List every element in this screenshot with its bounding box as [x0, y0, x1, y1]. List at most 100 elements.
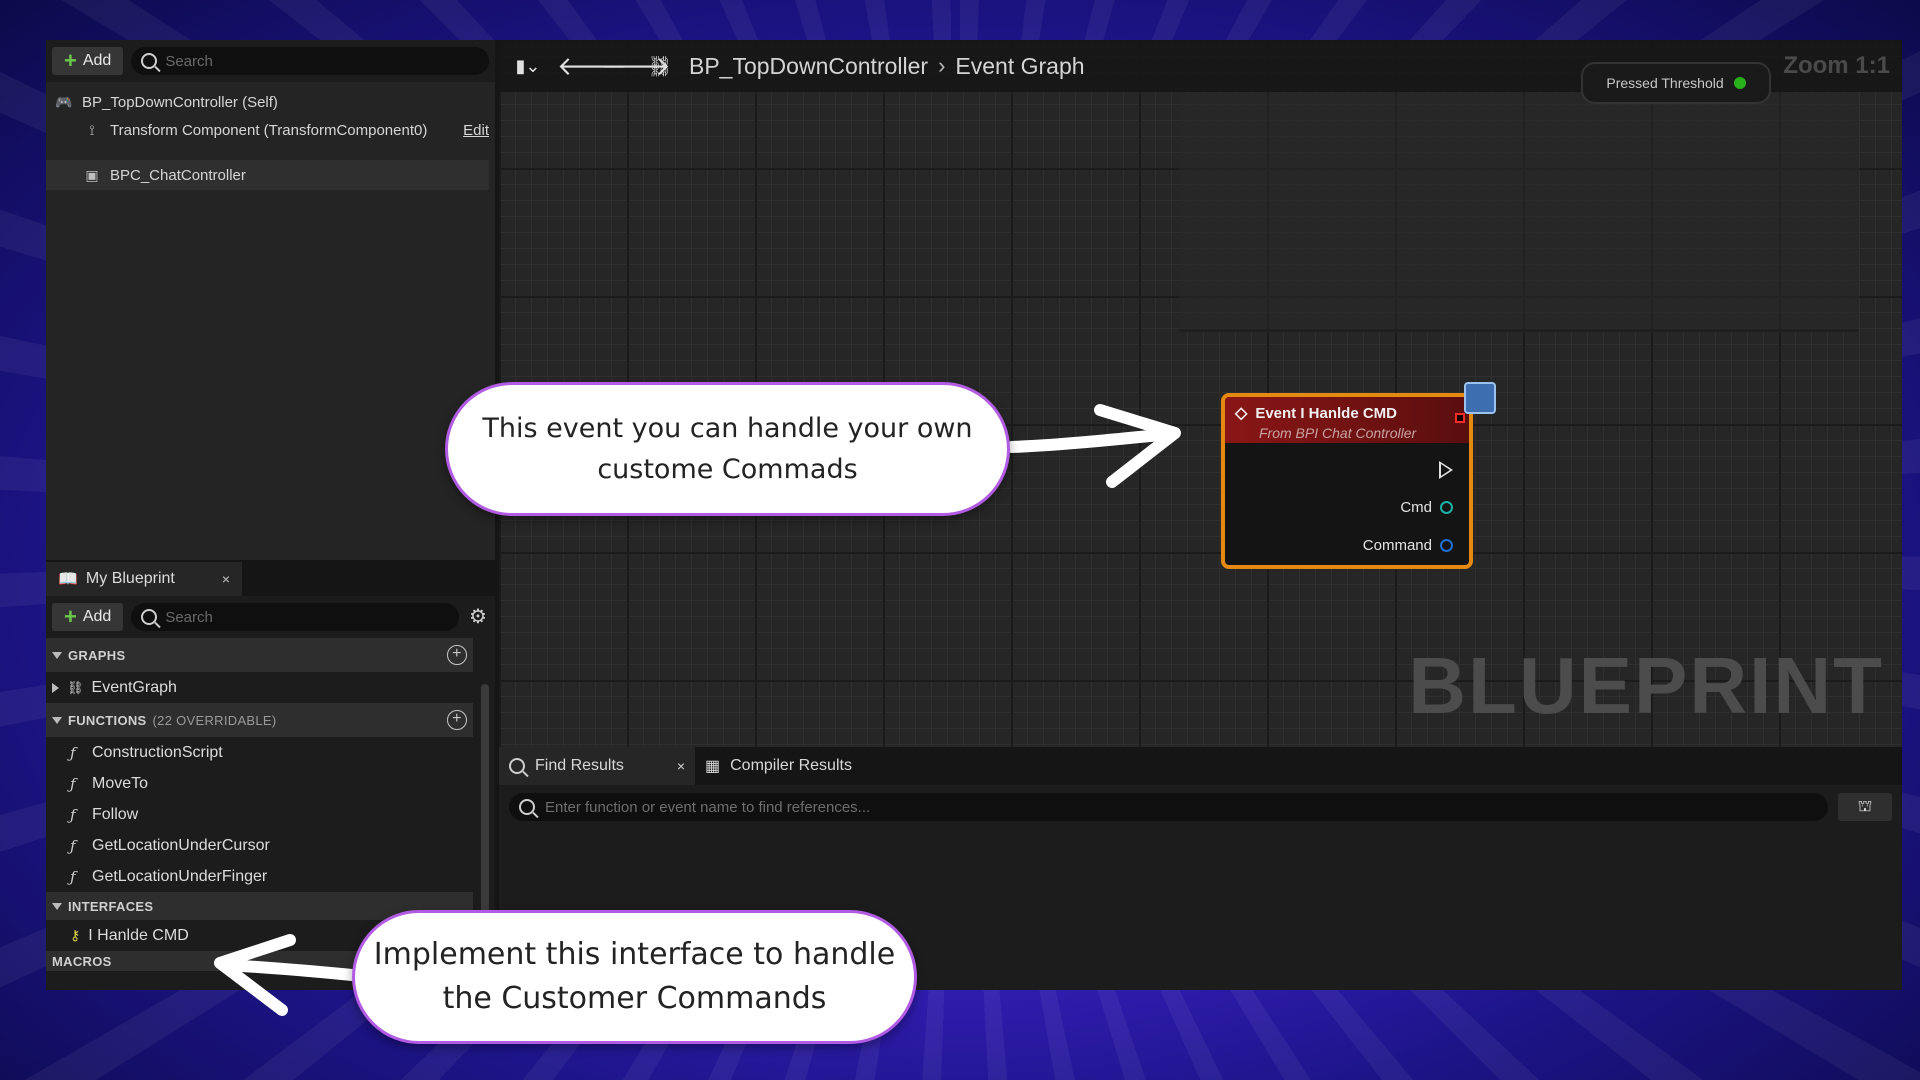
compiler-icon: ▦ — [705, 758, 721, 775]
delegate-pin-icon[interactable] — [1455, 413, 1465, 423]
callout-interface-text: Implement this interface to handle the C… — [373, 937, 896, 1016]
command-pin[interactable]: Command — [1363, 537, 1453, 554]
pin-circle-icon[interactable] — [1440, 501, 1453, 514]
left-column: + Add 🎮 BP_TopDownController (Self) ⟟ Tr… — [46, 40, 495, 990]
expand-arrow-icon — [52, 682, 59, 693]
my-blueprint-tabbar: 📖 My Blueprint × — [46, 560, 495, 596]
add-member-label: Add — [82, 608, 112, 625]
section-macros-title: MACROS — [52, 953, 112, 969]
pin-green-icon[interactable] — [1733, 77, 1746, 89]
interface-badge-icon — [1464, 382, 1496, 414]
component-icon: ▣ — [85, 166, 99, 183]
search-icon — [141, 609, 158, 625]
cmd-pin[interactable]: Cmd — [1400, 499, 1453, 516]
my-blueprint-search-input[interactable] — [165, 608, 449, 626]
add-component-button[interactable]: + Add — [52, 47, 124, 75]
function-icon: ƒ — [70, 805, 76, 824]
unreal-editor-window: + Add 🎮 BP_TopDownController (Self) ⟟ Tr… — [46, 40, 1902, 990]
search-icon — [141, 53, 158, 69]
close-icon[interactable]: × — [222, 571, 230, 587]
transform-icon: ⟟ — [89, 121, 95, 138]
cmd-pin-label: Cmd — [1400, 499, 1432, 516]
search-icon — [519, 799, 535, 815]
event-diamond-icon: ◇ — [1235, 405, 1248, 422]
binoculars-icon[interactable]: ⛫ — [1838, 793, 1892, 821]
comment-box[interactable] — [1179, 92, 1859, 332]
tab-compiler-results[interactable]: ▦ Compiler Results — [695, 747, 862, 785]
find-search-input[interactable] — [545, 798, 1818, 816]
add-component-label: Add — [82, 52, 112, 69]
tab-my-blueprint[interactable]: 📖 My Blueprint × — [46, 562, 242, 596]
component-self-row[interactable]: 🎮 BP_TopDownController (Self) — [46, 88, 495, 116]
tab-find-results-label: Find Results — [535, 757, 624, 774]
pin-circle-icon[interactable] — [1440, 539, 1453, 552]
forward-arrow-icon[interactable]: 🡒 — [601, 51, 671, 82]
event-node[interactable]: ◇ Event I Hanlde CMD From BPI Chat Contr… — [1221, 393, 1473, 569]
graph-item-eventgraph[interactable]: ⛓ EventGraph — [46, 672, 473, 703]
function-icon: ƒ — [70, 774, 76, 793]
component-chatcontroller-label: BPC_ChatController — [110, 166, 246, 184]
graph-icon: ⛓ — [67, 679, 84, 695]
component-self-label: BP_TopDownController (Self) — [82, 93, 278, 111]
tab-my-blueprint-label: My Blueprint — [85, 570, 175, 587]
close-icon[interactable]: × — [677, 758, 685, 774]
function-icon: ƒ — [70, 836, 76, 855]
my-blueprint-toolbar: + Add ⚙ — [46, 596, 495, 638]
exec-pin-icon[interactable] — [1439, 461, 1453, 479]
event-node-title: ◇ Event I Hanlde CMD — [1235, 403, 1459, 423]
function-item[interactable]: ƒ GetLocationUnderFinger — [46, 861, 473, 892]
gear-icon[interactable]: ⚙ — [467, 606, 489, 628]
bookmark-icon[interactable]: ▮⌄ — [513, 56, 543, 77]
search-icon — [509, 758, 525, 774]
breadcrumb: BP_TopDownController › Event Graph — [689, 53, 1085, 80]
component-chatcontroller-row[interactable]: ▣ BPC_ChatController — [46, 160, 489, 190]
add-member-button[interactable]: + Add — [52, 603, 124, 631]
my-blueprint-search[interactable] — [131, 603, 459, 631]
collapse-arrow-icon — [52, 902, 62, 910]
component-transform-row[interactable]: ⟟ Transform Component (TransformComponen… — [46, 116, 495, 144]
function-item[interactable]: ƒ ConstructionScript — [46, 737, 473, 768]
callout-interface: Implement this interface to handle the C… — [352, 910, 917, 1044]
section-graphs[interactable]: GRAPHS + — [46, 638, 473, 672]
add-function-icon[interactable]: + — [447, 710, 467, 730]
blueprint-watermark: BLUEPRINT — [1408, 641, 1884, 730]
edit-link[interactable]: Edit — [463, 122, 489, 139]
function-item-label: ConstructionScript — [92, 743, 223, 761]
event-node-subtitle: From BPI Chat Controller — [1259, 425, 1417, 441]
components-toolbar: + Add — [46, 40, 495, 82]
callout-event-text: This event you can handle your own custo… — [482, 413, 973, 485]
interface-item-label: I Hanlde CMD — [88, 926, 189, 944]
tab-compiler-results-label: Compiler Results — [730, 757, 852, 774]
exec-out-pin[interactable] — [1439, 461, 1453, 479]
section-interfaces-title: INTERFACES — [68, 898, 154, 914]
function-item[interactable]: ƒ Follow — [46, 799, 473, 830]
gamepad-icon: 🎮 — [55, 93, 73, 110]
components-search[interactable] — [131, 47, 489, 75]
function-icon: ƒ — [70, 867, 76, 886]
add-graph-icon[interactable]: + — [447, 645, 467, 665]
breadcrumb-blueprint[interactable]: BP_TopDownController — [689, 53, 928, 80]
chevron-right-icon: › — [938, 53, 946, 78]
find-search[interactable] — [509, 793, 1828, 821]
section-functions[interactable]: FUNCTIONS (22 OVERRIDABLE) + — [46, 703, 473, 737]
section-functions-title: FUNCTIONS — [68, 712, 147, 728]
tab-find-results[interactable]: Find Results × — [499, 747, 695, 785]
components-panel: + Add 🎮 BP_TopDownController (Self) ⟟ Tr… — [46, 40, 495, 560]
function-item-label: GetLocationUnderCursor — [92, 836, 270, 854]
graph-icon: ⛓ — [647, 55, 673, 78]
plus-icon: + — [64, 604, 77, 629]
function-item[interactable]: ƒ GetLocationUnderCursor — [46, 830, 473, 861]
function-item[interactable]: ƒ MoveTo — [46, 768, 473, 799]
interface-key-icon: ⚷ — [70, 927, 81, 943]
back-arrow-icon[interactable]: 🡐 — [557, 51, 627, 82]
function-item-label: GetLocationUnderFinger — [92, 867, 268, 885]
breadcrumb-graph[interactable]: Event Graph — [955, 53, 1084, 80]
components-search-input[interactable] — [165, 52, 479, 70]
collapse-arrow-icon — [52, 716, 62, 724]
results-tabbar: Find Results × ▦ Compiler Results — [499, 747, 1902, 785]
section-functions-subtitle: (22 OVERRIDABLE) — [152, 712, 277, 728]
pressed-threshold-node[interactable]: Pressed Threshold — [1581, 62, 1771, 104]
function-item-label: Follow — [92, 805, 139, 823]
function-item-label: MoveTo — [92, 774, 149, 792]
function-icon: ƒ — [70, 743, 76, 762]
